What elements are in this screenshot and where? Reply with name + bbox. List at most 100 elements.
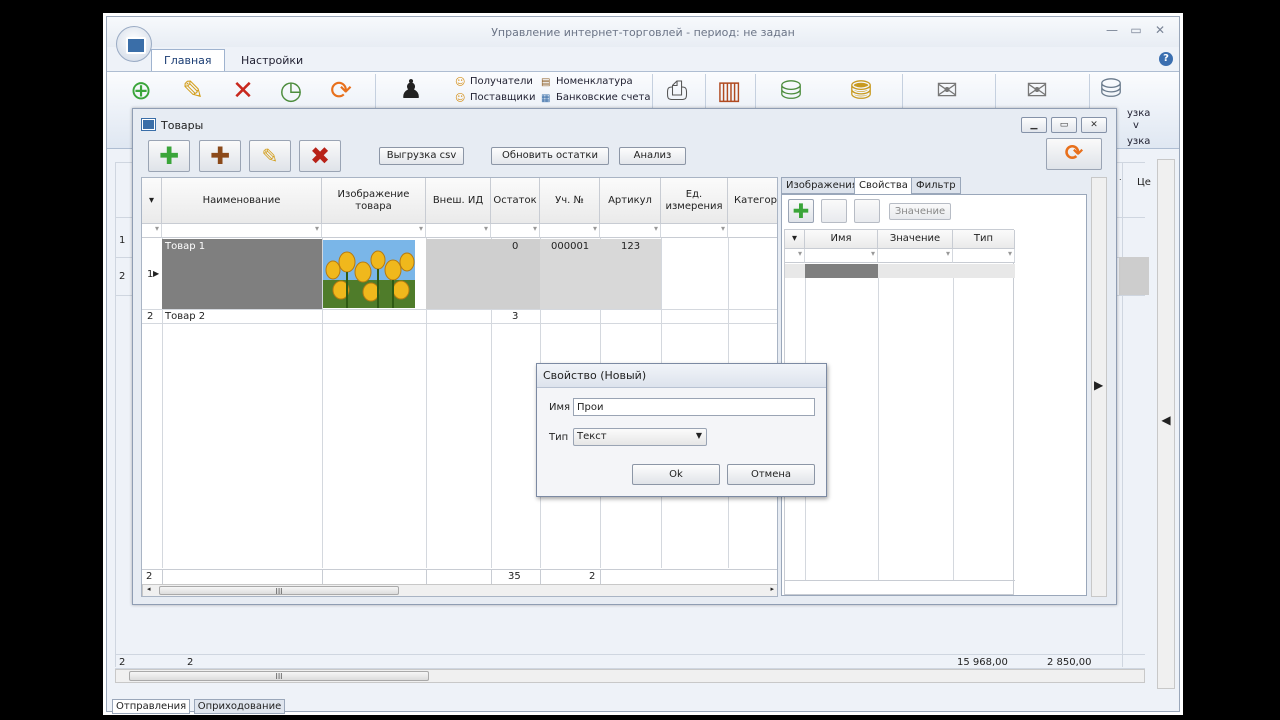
clock-icon[interactable]: ◷ <box>277 77 305 105</box>
add-property-button[interactable]: ✚ <box>788 199 814 223</box>
filter-cell[interactable] <box>322 224 426 238</box>
minimize-icon[interactable]: — <box>1101 22 1123 38</box>
filter-cell[interactable] <box>491 224 540 238</box>
suppliers-label: Поставщики <box>470 92 536 103</box>
type-select[interactable]: Текст ▼ <box>573 428 707 446</box>
tab-receipts[interactable]: Оприходование <box>193 699 286 714</box>
filter-cell[interactable] <box>600 224 661 238</box>
mail-send-icon[interactable]: ✉ <box>1023 77 1051 105</box>
column-header-acc-no[interactable]: Уч. № <box>540 178 600 224</box>
column-header-article[interactable]: Артикул <box>600 178 661 224</box>
column-header-category[interactable]: Категор <box>728 178 777 224</box>
bottom-tabs: Отправления Оприходование <box>112 699 286 715</box>
expand-right-icon[interactable]: ▶ <box>1094 378 1103 392</box>
filter-cell[interactable] <box>661 224 728 238</box>
user-icon[interactable]: ♟ <box>397 76 425 104</box>
property-dialog: Свойство (Новый) Имя Тип Текст ▼ Ok Отме… <box>536 363 827 497</box>
coins-icon[interactable]: ⛁ <box>777 77 805 105</box>
refresh-button[interactable]: ⟳ <box>1046 138 1102 170</box>
maximize-icon[interactable]: ▭ <box>1051 117 1077 133</box>
value-button[interactable]: Значение <box>889 203 951 220</box>
recipients-label: Получатели <box>470 76 533 87</box>
filter-cell[interactable] <box>142 224 162 238</box>
bank-accounts-link[interactable]: ▦ Банковские счета <box>541 92 650 104</box>
delete-property-button[interactable] <box>854 199 880 223</box>
update-stock-button[interactable]: Обновить остатки <box>491 147 609 165</box>
name-input[interactable] <box>573 398 815 416</box>
column-header-stock[interactable]: Остаток <box>491 178 540 224</box>
app-menu-icon[interactable] <box>116 26 152 62</box>
delete-button[interactable]: ✖ <box>299 140 341 172</box>
minimize-icon[interactable]: ▁ <box>1021 117 1047 133</box>
add-icon[interactable]: ⊕ <box>127 77 155 105</box>
scroll-thumb[interactable]: III <box>159 586 399 596</box>
cancel-button[interactable]: Отмена <box>727 464 815 485</box>
printer-icon[interactable]: ⎙ <box>663 77 691 105</box>
tab-properties[interactable]: Свойства <box>854 177 913 195</box>
ribbon-right-label-1: узка <box>1127 108 1151 119</box>
recipients-link[interactable]: ☺ Получатели <box>455 76 533 88</box>
column-header-prop-type[interactable]: Тип <box>953 230 1015 249</box>
coins-stack-icon[interactable]: ⛃ <box>847 77 875 105</box>
suppliers-link[interactable]: ☺ Поставщики <box>455 92 535 104</box>
scroll-left-icon[interactable]: ◂ <box>147 585 151 593</box>
add-button[interactable]: ✚ <box>148 140 190 172</box>
panel-collapse-bar[interactable]: ▶ <box>1091 177 1107 597</box>
report-icon[interactable]: ▥ <box>715 77 743 105</box>
filter-cell[interactable] <box>162 224 322 238</box>
ok-button[interactable]: Ok <box>632 464 720 485</box>
column-header-ext-id[interactable]: Внеш. ИД <box>426 178 491 224</box>
filter-cell[interactable] <box>540 224 600 238</box>
tab-main[interactable]: Главная <box>151 49 225 71</box>
delete-icon[interactable]: ✕ <box>229 77 257 105</box>
nomenclature-link[interactable]: ▤ Номенклатура <box>541 76 633 88</box>
window-title: Управление интернет-торговлей - период: … <box>491 26 795 39</box>
footer-stock-total: 35 <box>508 571 521 582</box>
filter-cell[interactable] <box>785 249 805 263</box>
close-icon[interactable]: ✕ <box>1081 117 1107 133</box>
column-header-prop-name[interactable]: Имя <box>805 230 878 249</box>
column-header-select[interactable]: ▾ <box>142 178 162 224</box>
goods-window: Товары ▁ ▭ ✕ ✚ ✚ ✎ ✖ Выгрузка csv Обнови… <box>132 108 1117 605</box>
database-icon[interactable]: ⛁ <box>1097 75 1125 103</box>
tab-images[interactable]: Изображения <box>781 177 863 194</box>
tab-settings[interactable]: Настройки <box>228 49 316 72</box>
cell-acc-no: 000001 <box>551 241 590 252</box>
table-row[interactable]: 2 Товар 2 3 <box>142 309 777 324</box>
add-child-button[interactable]: ✚ <box>199 140 241 172</box>
nomenclature-label: Номенклатура <box>556 76 633 87</box>
cell-stock: 3 <box>512 311 519 322</box>
bg-column-header: . <box>1119 173 1122 182</box>
ribbon-tabs: Главная Настройки <box>151 49 316 71</box>
filter-cell[interactable] <box>953 249 1015 263</box>
filter-cell[interactable] <box>805 249 878 263</box>
help-icon[interactable]: ? <box>1159 52 1173 66</box>
scroll-right-icon[interactable]: ▸ <box>770 585 774 593</box>
column-header-name[interactable]: Наименование <box>162 178 322 224</box>
grid-footer: 2 35 2 <box>142 569 777 585</box>
column-header-image[interactable]: Изображение товара <box>322 178 426 224</box>
product-image <box>323 240 415 308</box>
collapse-left-icon[interactable]: ◀ <box>1157 413 1175 427</box>
column-header-prop-value[interactable]: Значение <box>878 230 953 249</box>
edit-icon[interactable]: ✎ <box>179 77 207 105</box>
bg-scroll-thumb[interactable]: III <box>129 671 429 681</box>
filter-cell[interactable] <box>426 224 491 238</box>
filter-cell[interactable] <box>878 249 953 263</box>
mail-icon[interactable]: ✉ <box>933 77 961 105</box>
dialog-title: Свойство (Новый) <box>537 364 826 388</box>
tab-shipments[interactable]: Отправления <box>112 699 191 714</box>
edit-property-button[interactable] <box>821 199 847 223</box>
close-icon[interactable]: ✕ <box>1149 22 1171 38</box>
refresh-icon[interactable]: ⟳ <box>327 77 355 105</box>
filter-cell[interactable] <box>728 224 777 238</box>
edit-button[interactable]: ✎ <box>249 140 291 172</box>
export-csv-button[interactable]: Выгрузка csv <box>379 147 464 165</box>
tab-filter[interactable]: Фильтр <box>911 177 961 194</box>
column-header-unit[interactable]: Ед. измерения <box>661 178 728 224</box>
column-header-select[interactable]: ▾ <box>785 230 805 249</box>
analysis-button[interactable]: Анализ <box>619 147 686 165</box>
table-row[interactable]: 1 ▶ Товар 1 0 000001 123 <box>142 239 777 309</box>
table-row[interactable] <box>785 264 1015 278</box>
maximize-icon[interactable]: ▭ <box>1125 22 1147 38</box>
